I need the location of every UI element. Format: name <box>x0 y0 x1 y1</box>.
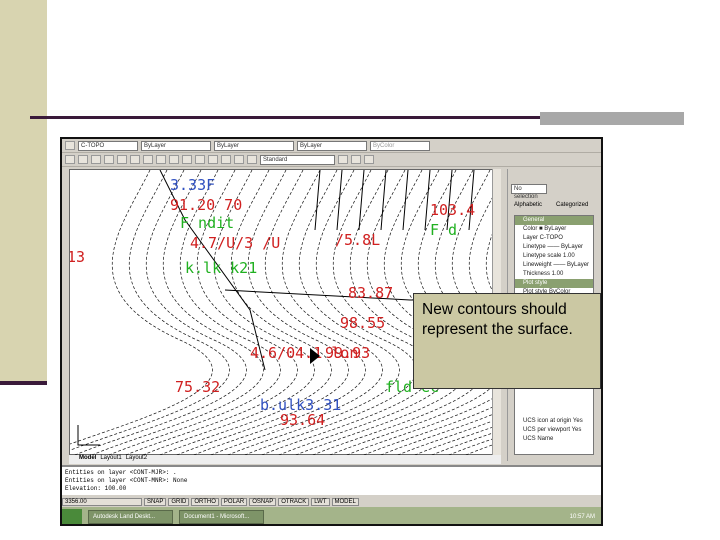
spot-elevation-label: F d <box>430 221 457 239</box>
lineweight-combo[interactable]: ByLayer <box>297 140 367 151</box>
slide-accent-line <box>0 381 47 385</box>
selection-combo[interactable]: No selection <box>511 184 547 200</box>
dim-update-icon[interactable] <box>338 155 348 164</box>
tab-layout1[interactable]: Layout1 <box>100 455 121 464</box>
tab-categorized[interactable]: Categorized <box>556 202 588 208</box>
baseline-icon[interactable] <box>195 155 205 164</box>
command-window[interactable]: Entities on layer <CONT-MJR>: . Entities… <box>62 465 601 495</box>
model-toggle[interactable]: MODEL <box>331 497 359 506</box>
ortho-toggle[interactable]: ORTHO <box>191 497 219 506</box>
grid-toggle[interactable]: GRID <box>168 497 190 506</box>
property-row[interactable]: Linetype —— ByLayer <box>515 243 593 252</box>
property-row[interactable]: UCS icon at origin Yes <box>515 417 593 426</box>
layer-icon[interactable] <box>65 141 75 150</box>
tab-model[interactable]: Model <box>79 455 96 464</box>
task-autodesk[interactable]: Autodesk Land Deskt... <box>88 510 173 524</box>
spot-elevation-label: 103.4 <box>430 201 475 219</box>
callout-line: New contours should <box>422 301 567 318</box>
callout-box: New contours should represent the surfac… <box>413 293 601 389</box>
diameter-icon[interactable] <box>156 155 166 164</box>
radius-icon[interactable] <box>143 155 153 164</box>
dimstyle-combo[interactable]: Standard <box>260 154 335 165</box>
command-line: Elevation: 100.00 <box>65 485 127 492</box>
coordinates-readout: 3356.00 <box>62 497 142 506</box>
properties-toolbar: C-TOPO ByLayer ByLayer ByLayer ByColor <box>62 139 601 153</box>
status-bar: 3356.00 SNAP GRID ORTHO POLAR OSNAP OTRA… <box>62 496 601 507</box>
leader-icon[interactable] <box>221 155 231 164</box>
property-row[interactable]: UCS per viewport Yes <box>515 426 593 435</box>
layout-tabs: Model Layout1 Layout2 <box>69 455 501 464</box>
property-row[interactable]: Lineweight —— ByLayer <box>515 261 593 270</box>
tab-alphabetic[interactable]: Alphabetic <box>514 202 542 208</box>
plotstyle-combo[interactable]: ByColor <box>370 140 430 151</box>
quick-dim-icon[interactable] <box>182 155 192 164</box>
property-row[interactable]: UCS Name <box>515 435 593 444</box>
otrack-toggle[interactable]: OTRACK <box>278 497 310 506</box>
ucs-icon <box>77 425 100 446</box>
color-combo[interactable]: ByLayer <box>141 140 211 151</box>
tool-icon[interactable] <box>78 155 88 164</box>
layer-tool-icon[interactable] <box>351 155 361 164</box>
slide-gray-bar <box>540 112 684 125</box>
contour-line <box>336 169 343 231</box>
tab-layout2[interactable]: Layout2 <box>126 455 147 464</box>
slide-divider <box>30 116 542 119</box>
angular-icon[interactable] <box>169 155 179 164</box>
spot-elevation-label: k.lk k21 <box>185 259 257 277</box>
osnap-toggle[interactable]: OSNAP <box>249 497 277 506</box>
command-line: Entities on layer <CONT-MJR>: . <box>65 469 177 476</box>
spot-elevation-label: 98.55 <box>340 314 385 332</box>
tool-icon[interactable] <box>65 155 75 164</box>
spot-elevation-label: 75.32 <box>175 378 220 396</box>
lwt-toggle[interactable]: LWT <box>311 497 330 506</box>
clock: 10:57 AM <box>569 514 595 520</box>
contour-line <box>468 169 475 231</box>
spot-elevation-label: 4.7/U/3 /U <box>190 234 280 252</box>
property-row[interactable]: Layer C-TOPO <box>515 234 593 243</box>
callout-line: represent the surface. <box>422 321 573 338</box>
spot-elevation-label: 13 <box>70 248 85 266</box>
property-row[interactable]: Plot style <box>515 279 593 288</box>
dimension-toolbar: Standard <box>62 153 601 167</box>
linetype-combo[interactable]: ByLayer <box>214 140 294 151</box>
continue-icon[interactable] <box>208 155 218 164</box>
aligned-dim-icon[interactable] <box>117 155 127 164</box>
tool-icon[interactable] <box>91 155 101 164</box>
windows-taskbar: Autodesk Land Deskt... Document1 - Micro… <box>62 507 601 524</box>
task-word[interactable]: Document1 - Microsoft... <box>179 510 264 524</box>
spot-elevation-label: 83.87 <box>348 284 393 302</box>
center-mark-icon[interactable] <box>247 155 257 164</box>
spot-elevation-label: /5.8L <box>335 231 380 249</box>
contour-line <box>314 169 321 231</box>
linear-dim-icon[interactable] <box>104 155 114 164</box>
layer-tool-icon[interactable] <box>364 155 374 164</box>
spot-elevation-label: 3.33F <box>170 176 215 194</box>
snap-toggle[interactable]: SNAP <box>144 497 167 506</box>
property-row[interactable]: Linetype scale 1.00 <box>515 252 593 261</box>
property-row[interactable]: Color ■ ByLayer <box>515 225 593 234</box>
spot-elevation-label: 4.6/04.1 lon <box>250 344 358 362</box>
layer-combo[interactable]: C-TOPO <box>78 140 138 151</box>
spot-elevation-label: F ndit <box>180 214 234 232</box>
polar-toggle[interactable]: POLAR <box>220 497 248 506</box>
command-line: Entities on layer <CONT-MNR>: None <box>65 477 188 484</box>
property-row[interactable]: Thickness 1.00 <box>515 270 593 279</box>
tolerance-icon[interactable] <box>234 155 244 164</box>
spot-elevation-label: 91.20 70 <box>170 196 242 214</box>
spot-elevation-label: b.ulk3.31 <box>260 396 341 414</box>
property-row[interactable]: General <box>515 216 593 225</box>
start-button[interactable] <box>62 509 82 524</box>
ordinate-icon[interactable] <box>130 155 140 164</box>
contour-line <box>402 169 409 231</box>
slide-left-bar <box>0 0 47 383</box>
